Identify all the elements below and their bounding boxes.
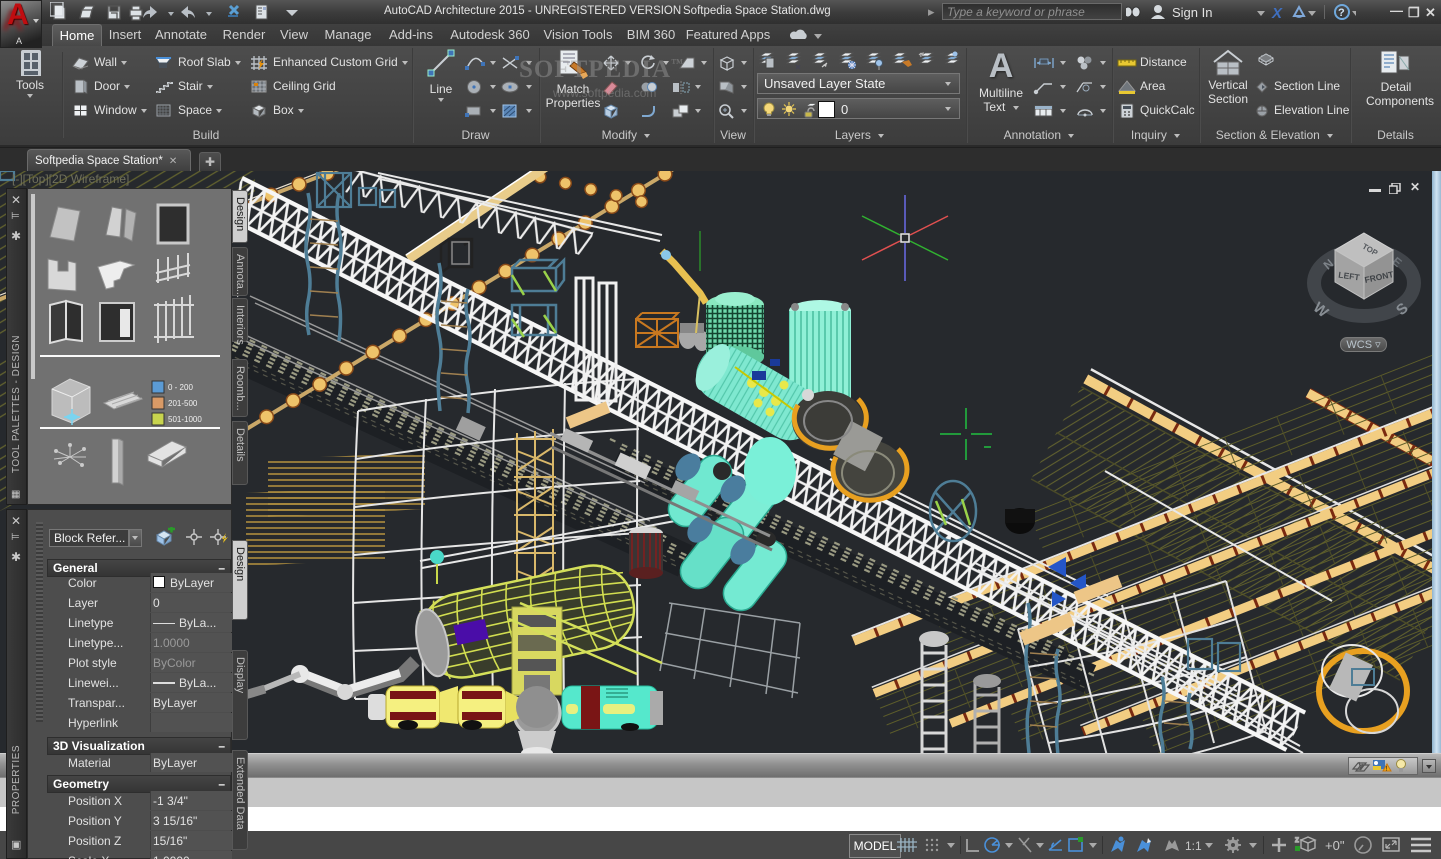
svg-text:z: z — [1295, 835, 1299, 844]
svg-text:X: X — [1271, 5, 1283, 21]
svg-text:501-1000: 501-1000 — [168, 415, 202, 424]
svg-text:Sign In: Sign In — [1172, 5, 1212, 20]
svg-text:0 - 200: 0 - 200 — [168, 383, 193, 392]
svg-text:!: ! — [1386, 766, 1388, 773]
svg-text:?: ? — [1338, 7, 1345, 19]
svg-text:1:1: 1:1 — [1185, 839, 1202, 853]
svg-text:201-500: 201-500 — [168, 399, 198, 408]
svg-text:+0": +0" — [1325, 838, 1345, 853]
